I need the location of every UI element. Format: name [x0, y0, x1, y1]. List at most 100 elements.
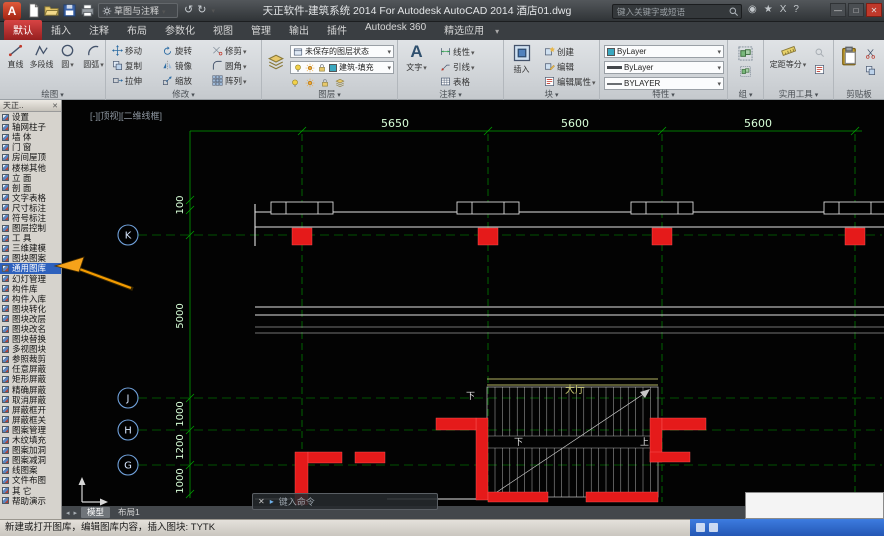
plot-icon[interactable] [80, 3, 95, 18]
panel-label-groups[interactable]: 组 [728, 88, 763, 100]
new-file-icon[interactable] [26, 3, 41, 18]
palette-item-icon [2, 224, 9, 232]
redo-icon[interactable]: ↻ [197, 3, 206, 16]
layer-isolate-icon[interactable] [305, 78, 315, 88]
edit-attributes-button[interactable]: 编辑属性 [544, 75, 596, 88]
linear-dimension-button[interactable]: 线性 [440, 45, 475, 58]
qat-customize-icon[interactable] [210, 4, 215, 16]
maximize-button[interactable]: □ [848, 3, 864, 17]
ribbon-tab[interactable]: 输出 [280, 20, 318, 40]
layer-dropdown[interactable]: 建筑-填充 [290, 61, 394, 74]
stair-down-label: 下 [514, 437, 523, 447]
leader-button[interactable]: 引线 [440, 60, 475, 73]
lineweight-dropdown[interactable]: ByLayer [604, 61, 724, 74]
trim-button[interactable]: 修剪 [212, 44, 247, 57]
tab-overflow-icon[interactable]: ▾ [493, 27, 503, 40]
save-icon[interactable] [62, 3, 77, 18]
taskbar-icon[interactable] [709, 523, 718, 532]
sign-in-icon[interactable]: ◉ [748, 4, 757, 15]
autocad-app-menu-button[interactable]: A [3, 2, 21, 20]
panel-label-properties[interactable]: 特性 [600, 88, 727, 100]
layer-state-dropdown[interactable]: 未保存的图层状态 [290, 45, 394, 58]
close-button[interactable]: ✕ [866, 3, 882, 17]
panel-label-clipboard[interactable]: 剪贴板 [834, 88, 884, 100]
tab-nav-right-icon[interactable]: ▸ [74, 509, 78, 517]
ungroup-icon[interactable] [740, 66, 751, 77]
ribbon-tab[interactable]: 精选应用 [435, 20, 493, 40]
create-block-button[interactable]: 创建 [544, 45, 574, 58]
mirror-button[interactable]: 镜像 [162, 59, 192, 72]
panel-label-block[interactable]: 块 [504, 88, 599, 100]
palette-item-icon [2, 234, 9, 242]
taskbar-icon[interactable] [696, 523, 705, 532]
panel-label-annotate[interactable]: 注释 [398, 88, 503, 100]
rotate-button[interactable]: 旋转 [162, 44, 192, 57]
calculator-icon[interactable] [814, 64, 825, 75]
exchange-apps-icon[interactable]: X [780, 4, 787, 15]
viewport-controls[interactable]: [-][顶视][二维线框] [90, 110, 162, 121]
command-prompt-text[interactable]: 键入命令 [279, 495, 315, 508]
windows-taskbar[interactable] [690, 519, 884, 536]
ribbon-tab[interactable]: 视图 [204, 20, 242, 40]
circle-button[interactable]: 圆 [55, 43, 80, 70]
fillet-button[interactable]: 圆角 [212, 59, 247, 72]
insert-block-button[interactable]: 插入 [509, 43, 534, 75]
ribbon-tab[interactable]: 参数化 [156, 20, 204, 40]
drawing-canvas[interactable]: [-][顶视][二维线框] 5650 5600 5600 100 5000 10… [62, 100, 884, 506]
axis-bubbles: K J H G [117, 224, 139, 476]
command-line-bar[interactable]: ✕ ▸ 键入命令 [252, 493, 438, 510]
workspace-dropdown[interactable]: 草图与注释 [98, 3, 178, 18]
ribbon-tab[interactable]: 注释 [80, 20, 118, 40]
panel-label-draw[interactable]: 绘图 [0, 88, 105, 100]
help-icon[interactable]: ? [793, 4, 799, 15]
sidebar-close-icon[interactable]: ✕ [52, 102, 58, 110]
ribbon-tab[interactable]: 插件 [318, 20, 356, 40]
arc-button[interactable]: 圆弧 [81, 43, 106, 70]
layer-tools-icon[interactable] [335, 78, 345, 88]
panel-label-modify[interactable]: 修改 [106, 88, 261, 100]
search-input[interactable] [615, 5, 728, 18]
array-button[interactable]: 阵列 [212, 74, 247, 87]
search-icon[interactable] [728, 6, 739, 17]
trim-icon [212, 45, 223, 56]
layout-tab[interactable]: 布局1 [112, 507, 146, 518]
favorites-icon[interactable]: ★ [764, 4, 773, 15]
layer-lock-icon[interactable] [320, 78, 330, 88]
measure-button[interactable]: 定距等分 [766, 43, 810, 70]
polyline-button[interactable]: 多段线 [29, 43, 54, 70]
ribbon-tab[interactable]: 插入 [42, 20, 80, 40]
panel-label-utilities[interactable]: 实用工具 [764, 88, 833, 100]
move-button[interactable]: 移动 [112, 44, 142, 57]
ribbon-tab[interactable]: 管理 [242, 20, 280, 40]
ribbon-tab[interactable]: 默认 [4, 20, 42, 40]
sidebar-item[interactable]: 帮助演示 [0, 496, 61, 506]
layer-off-icon[interactable] [290, 78, 300, 88]
scale-button[interactable]: 缩放 [162, 74, 192, 87]
minimize-button[interactable]: — [830, 3, 846, 17]
object-color-dropdown[interactable]: ByLayer [604, 45, 724, 58]
palette-item-icon [2, 174, 9, 182]
cut-icon[interactable] [865, 48, 876, 59]
panel-label-layers[interactable]: 图层 [262, 88, 397, 100]
paste-icon[interactable] [839, 44, 859, 68]
command-close-icon[interactable]: ✕ [258, 497, 265, 506]
table-button[interactable]: 表格 [440, 75, 470, 88]
text-button[interactable]: A 文字 [404, 43, 429, 73]
stretch-button[interactable]: 拉伸 [112, 74, 142, 87]
tab-nav-left-icon[interactable]: ◂ [66, 509, 70, 517]
ribbon-tab[interactable]: Autodesk 360 [356, 20, 435, 40]
quick-select-icon[interactable] [814, 47, 825, 58]
open-file-icon[interactable] [44, 3, 59, 18]
sidebar-header[interactable]: 天正.. ✕ [0, 100, 61, 112]
layer-properties-icon[interactable] [267, 53, 285, 71]
sidebar-item-label: 帮助演示 [12, 495, 47, 506]
layout-tab[interactable]: 模型 [81, 507, 111, 518]
ribbon-tab[interactable]: 布局 [118, 20, 156, 40]
undo-icon[interactable]: ↺ [184, 3, 193, 16]
copy-clip-icon[interactable] [865, 65, 876, 76]
copy-button[interactable]: 复制 [112, 59, 142, 72]
edit-block-button[interactable]: 编辑 [544, 60, 574, 73]
line-button[interactable]: 直线 [3, 43, 28, 70]
layer-state-icon [293, 47, 303, 57]
group-icon[interactable] [738, 46, 753, 61]
